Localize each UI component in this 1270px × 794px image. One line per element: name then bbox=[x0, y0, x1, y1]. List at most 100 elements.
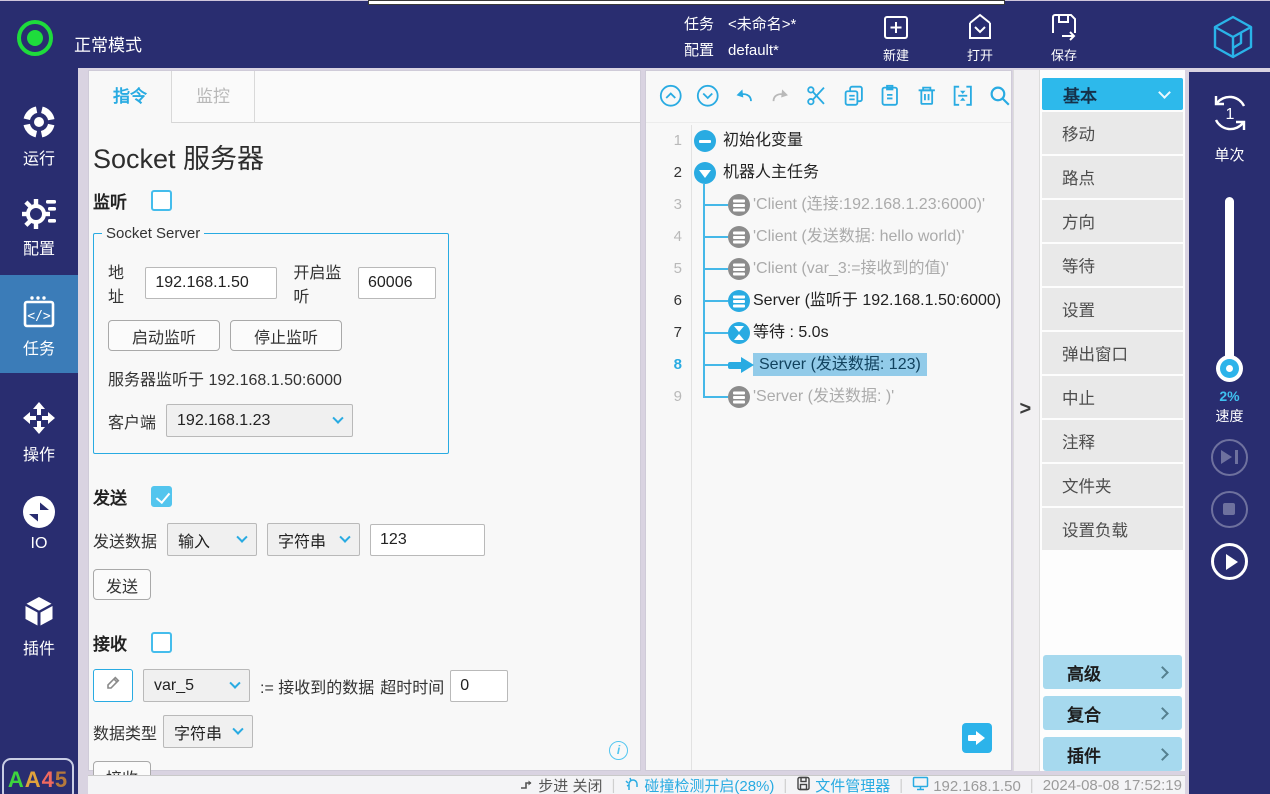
insert-arrow-button[interactable] bbox=[962, 723, 992, 753]
timeout-input[interactable] bbox=[450, 670, 508, 702]
tree-row[interactable]: 7 等待 : 5.0s bbox=[646, 317, 1011, 349]
sidebar-item-config[interactable]: 配置 bbox=[0, 194, 78, 259]
command-item[interactable]: 中止 bbox=[1042, 376, 1183, 418]
undo-icon[interactable] bbox=[732, 84, 756, 110]
chevron-right-icon bbox=[1156, 707, 1169, 720]
status-bar: 步进 关闭 | 碰撞检测开启(28%) | 文件管理器 | 192.168.1.… bbox=[88, 775, 1185, 794]
start-listen-button[interactable]: 启动监听 bbox=[108, 320, 220, 351]
open-folder-icon bbox=[952, 11, 1008, 43]
speed-slider-track[interactable] bbox=[1225, 197, 1234, 380]
command-group-label: 复合 bbox=[1067, 701, 1101, 726]
redo-icon[interactable] bbox=[769, 84, 793, 110]
line-number: 4 bbox=[646, 221, 682, 253]
new-button[interactable]: 新建 bbox=[868, 11, 924, 64]
command-group-basic[interactable]: 基本 bbox=[1042, 78, 1183, 110]
command-item[interactable]: 方向 bbox=[1042, 200, 1183, 242]
file-manager-link[interactable]: 文件管理器 bbox=[796, 776, 890, 794]
paste-icon[interactable] bbox=[878, 84, 902, 110]
robot-id-badge[interactable]: AA45 bbox=[2, 758, 74, 794]
command-item[interactable]: 设置 bbox=[1042, 288, 1183, 330]
ip-text: 192.168.1.50 bbox=[933, 777, 1021, 794]
speed-value: 2% bbox=[1189, 388, 1270, 404]
insert-icon[interactable] bbox=[951, 84, 975, 110]
network-status[interactable]: 192.168.1.50 bbox=[912, 776, 1021, 794]
save-button[interactable]: 保存 bbox=[1036, 11, 1092, 64]
node-icon bbox=[728, 226, 750, 248]
send-value-input[interactable] bbox=[370, 524, 485, 556]
stop-button[interactable] bbox=[1211, 491, 1248, 528]
node-icon bbox=[728, 290, 750, 312]
command-group-advanced[interactable]: 高级 bbox=[1043, 655, 1182, 689]
tree-row[interactable]: 3 'Client (连接:192.168.1.23:6000)' bbox=[646, 189, 1011, 221]
socket-server-group: Socket Server 地址 开启监听 启动监听 停止监听 服务器监听于 1… bbox=[93, 225, 449, 454]
task-label: 任务 bbox=[684, 14, 714, 40]
robot-status-indicator[interactable] bbox=[17, 20, 53, 56]
send-button[interactable]: 发送 bbox=[93, 569, 151, 600]
step-forward-button[interactable] bbox=[1211, 439, 1248, 476]
speed-slider-handle[interactable] bbox=[1216, 355, 1243, 382]
command-item[interactable]: 等待 bbox=[1042, 244, 1183, 286]
search-icon[interactable] bbox=[988, 84, 1012, 110]
single-run-toggle[interactable]: 1 单次 bbox=[1189, 90, 1270, 165]
datetime-status: 2024-08-08 17:52:19 bbox=[1043, 776, 1182, 794]
command-item[interactable]: 文件夹 bbox=[1042, 464, 1183, 506]
tree-row[interactable]: 1 初始化变量 bbox=[646, 125, 1011, 157]
address-input[interactable] bbox=[145, 267, 277, 299]
collapse-all-icon[interactable] bbox=[659, 84, 683, 110]
info-icon[interactable]: i bbox=[609, 741, 628, 760]
sidebar-item-run[interactable]: 运行 bbox=[0, 104, 78, 169]
sidebar-item-plugin[interactable]: 插件 bbox=[0, 594, 78, 659]
address-label: 地址 bbox=[108, 259, 135, 307]
collision-status[interactable]: 碰撞检测开启(28%) bbox=[624, 776, 774, 794]
tree-row[interactable]: 5 'Client (var_3:=接收到的值)' bbox=[646, 253, 1011, 285]
send-checkbox[interactable] bbox=[151, 486, 172, 507]
port-input[interactable] bbox=[358, 267, 436, 299]
chevron-down-icon bbox=[232, 723, 243, 734]
tree-row[interactable]: 9 'Server (发送数据: )' bbox=[646, 381, 1011, 413]
command-item[interactable]: 移动 bbox=[1042, 112, 1183, 154]
play-button[interactable] bbox=[1211, 543, 1248, 580]
mode-label: 正常模式 bbox=[74, 31, 142, 56]
tab-instruction[interactable]: 指令 bbox=[89, 71, 172, 123]
command-group-composite[interactable]: 复合 bbox=[1043, 696, 1182, 730]
sidebar-item-io[interactable]: IO bbox=[0, 494, 78, 553]
topbar-actions: 新建 打开 保存 bbox=[868, 11, 1092, 64]
send-type-select[interactable]: 字符串 bbox=[267, 523, 360, 556]
tab-monitor[interactable]: 监控 bbox=[172, 71, 255, 123]
sidebar-item-operate[interactable]: 操作 bbox=[0, 400, 78, 465]
expand-panel-chevron[interactable]: > bbox=[1020, 398, 1034, 421]
delete-icon[interactable] bbox=[915, 84, 939, 110]
command-group-label: 插件 bbox=[1067, 742, 1101, 767]
receive-var-select[interactable]: var_5 bbox=[143, 669, 250, 702]
edit-variable-button[interactable] bbox=[93, 669, 133, 702]
tree-row[interactable]: 6 Server (监听于 192.168.1.50:6000) bbox=[646, 285, 1011, 317]
listen-checkbox[interactable] bbox=[151, 190, 172, 211]
client-select[interactable]: 192.168.1.23 bbox=[166, 404, 353, 437]
command-group-plugin[interactable]: 插件 bbox=[1043, 737, 1182, 771]
cut-icon[interactable] bbox=[805, 84, 829, 110]
open-button[interactable]: 打开 bbox=[952, 11, 1008, 64]
command-item[interactable]: 注释 bbox=[1042, 420, 1183, 462]
command-item[interactable]: 设置负载 bbox=[1042, 508, 1183, 550]
status-separator: | bbox=[783, 776, 787, 794]
receive-checkbox[interactable] bbox=[151, 632, 172, 653]
tree-row[interactable]: 4 'Client (发送数据: hello world)' bbox=[646, 221, 1011, 253]
chevron-right-icon bbox=[1156, 666, 1169, 679]
sidebar-item-task[interactable]: </> 任务 bbox=[0, 275, 78, 373]
command-item-label: 移动 bbox=[1062, 121, 1095, 145]
copy-icon[interactable] bbox=[842, 84, 866, 110]
command-item-label: 等待 bbox=[1062, 253, 1095, 277]
tree-row[interactable]: 2 机器人主任务 bbox=[646, 157, 1011, 189]
node-icon bbox=[694, 162, 716, 184]
stop-listen-button[interactable]: 停止监听 bbox=[230, 320, 342, 351]
command-item[interactable]: 弹出窗口 bbox=[1042, 332, 1183, 374]
expand-all-icon[interactable] bbox=[696, 84, 720, 110]
tree-row[interactable]: 8 Server (发送数据: 123) bbox=[646, 349, 1011, 381]
send-source-select[interactable]: 输入 bbox=[167, 523, 257, 556]
port-label: 开启监听 bbox=[293, 259, 348, 307]
datatype-select[interactable]: 字符串 bbox=[163, 715, 253, 748]
client-select-value: 192.168.1.23 bbox=[177, 412, 270, 430]
step-mode-status[interactable]: 步进 关闭 bbox=[519, 776, 602, 794]
command-item[interactable]: 路点 bbox=[1042, 156, 1183, 198]
datatype-value: 字符串 bbox=[174, 720, 222, 744]
